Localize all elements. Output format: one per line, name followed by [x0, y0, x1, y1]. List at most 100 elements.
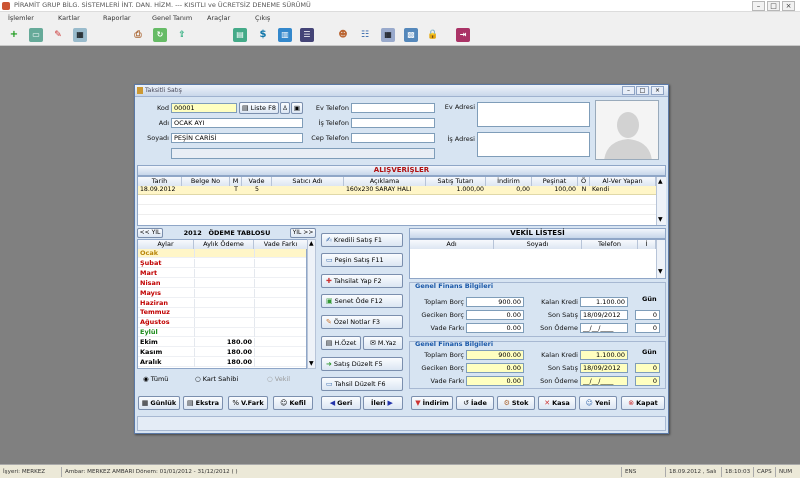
tahsilat-yap-button[interactable]: ✚ Tahsilat Yap F2 [321, 274, 403, 288]
book-icon[interactable]: ▥ [278, 28, 292, 42]
m-yaz-button[interactable]: ✉ M.Yaz [363, 336, 403, 350]
tahsil-duzelt-button[interactable]: ▭ Tahsil Düzelt F6 [321, 377, 403, 391]
refresh-icon[interactable]: ↻ [153, 28, 167, 42]
filter-radio-vekil[interactable]: ○ Vekil [267, 375, 290, 383]
vekil-scrollbar[interactable]: ▼ [656, 240, 665, 278]
calculator2-icon[interactable]: ▩ [404, 28, 418, 42]
is-adresi-input[interactable] [477, 132, 590, 157]
menu-cikis[interactable]: Çıkış [255, 14, 270, 22]
ekstra-button[interactable]: ▤ Ekstra [183, 396, 223, 410]
table-icon[interactable]: ▦ [381, 28, 395, 42]
scroll-down-icon[interactable]: ▼ [658, 216, 663, 223]
minimize-button[interactable]: – [752, 1, 765, 11]
gun-value-2[interactable]: 0 [635, 376, 660, 386]
month-row[interactable]: Ağustos [138, 318, 306, 328]
v-fark-button[interactable]: % V.Fark [228, 396, 268, 410]
tag-icon[interactable]: ✎ [51, 28, 65, 42]
geciken-borc-value[interactable]: 0.00 [466, 310, 524, 320]
month-row[interactable]: Ocak [138, 249, 306, 259]
card-button[interactable]: ▣ [291, 102, 303, 114]
gun-value-2[interactable]: 0 [635, 323, 660, 333]
tree-icon[interactable]: ☷ [358, 28, 372, 42]
window-minimize-button[interactable]: – [622, 86, 635, 95]
stok-button[interactable]: ⚙ Stok [497, 396, 535, 410]
filter-radio-kart-sahibi[interactable]: ○ Kart Sahibi [195, 375, 238, 383]
next-year-button[interactable]: YIL >> [290, 228, 316, 238]
gunluk-button[interactable]: ▦ Günlük [138, 396, 180, 410]
son-odeme-value[interactable]: __/__/____ [580, 323, 628, 333]
table-row[interactable] [138, 196, 656, 205]
scroll-up-icon[interactable]: ▲ [658, 178, 663, 185]
kod-input[interactable]: 00001 [171, 103, 237, 113]
month-row[interactable]: Mart [138, 268, 306, 279]
window-maximize-button[interactable]: □ [636, 86, 649, 95]
month-row[interactable]: Temmuz [138, 308, 306, 318]
menu-genel-tanim[interactable]: Genel Tanım [152, 14, 192, 22]
is-telefon-input[interactable] [351, 118, 435, 128]
list-icon[interactable]: ☰ [300, 28, 314, 42]
kalan-kredi-value[interactable]: 1.100.00 [580, 350, 628, 360]
close-button[interactable]: × [782, 1, 795, 11]
purchases-scrollbar[interactable]: ▲ ▼ [656, 177, 666, 225]
kapat-button[interactable]: ⊗ Kapat [621, 396, 665, 410]
ev-telefon-input[interactable] [351, 103, 435, 113]
report-icon[interactable]: ▤ [233, 28, 247, 42]
yeni-button[interactable]: ☺ Yeni [579, 396, 617, 410]
gun-value-1[interactable]: 0 [635, 310, 660, 320]
menu-kartlar[interactable]: Kartlar [58, 14, 80, 22]
card-icon[interactable]: ▭ [29, 28, 43, 42]
users-icon[interactable]: ☻ [336, 28, 350, 42]
month-row[interactable]: Şubat [138, 258, 306, 269]
maximize-button[interactable]: □ [767, 1, 780, 11]
upload-icon[interactable]: ⇪ [175, 28, 189, 42]
month-row[interactable]: Mayıs [138, 288, 306, 298]
month-row[interactable]: Ekim 180.00 [138, 338, 306, 348]
table-row[interactable] [138, 206, 656, 215]
month-row[interactable]: Haziran [138, 298, 306, 308]
son-satis-value[interactable]: 18/09/2012 [580, 363, 628, 373]
payment-scrollbar[interactable]: ▲ ▼ [307, 239, 316, 369]
geri-button[interactable]: ◀ Geri [321, 396, 361, 410]
adi-input[interactable]: OCAK AYI [171, 118, 303, 128]
filter-radio-tumu[interactable]: ◉ Tümü [143, 375, 168, 383]
menu-islemler[interactable]: İşlemler [8, 14, 34, 22]
vade-farki-value[interactable]: 0.00 [466, 323, 524, 333]
month-row[interactable]: Nisan [138, 278, 306, 288]
vade-farki-value[interactable]: 0.00 [466, 376, 524, 386]
table-row[interactable]: 18.09.2012 T 5 160x230 SARAY HALI 1.000,… [138, 186, 656, 195]
kasa-button[interactable]: ✕ Kasa [538, 396, 576, 410]
prev-year-button[interactable]: << YIL [137, 228, 163, 238]
iade-button[interactable]: ↺ İade [456, 396, 494, 410]
exit-icon[interactable]: ⇥ [456, 28, 470, 42]
son-odeme-value[interactable]: __/__/____ [580, 376, 628, 386]
calculator-icon[interactable]: ▦ [73, 28, 87, 42]
money-icon[interactable]: $ [256, 28, 270, 42]
add-icon[interactable]: + [7, 28, 21, 42]
scroll-down-icon[interactable]: ▼ [658, 268, 663, 275]
kalan-kredi-value[interactable]: 1.100.00 [580, 297, 628, 307]
lock-icon[interactable]: 🔒 [426, 28, 440, 42]
month-row[interactable]: Aralık 180.00 [138, 357, 306, 368]
print-icon[interactable]: ⎙ [131, 28, 145, 42]
satis-duzelt-button[interactable]: ➜ Satış Düzelt F5 [321, 357, 403, 371]
cep-telefon-input[interactable] [351, 133, 435, 143]
person-button[interactable]: ♙ [280, 102, 290, 114]
month-row[interactable]: Kasım 180.00 [138, 348, 306, 358]
kefil-button[interactable]: ☺ Kefil [273, 396, 313, 410]
month-row[interactable]: Eylül [138, 328, 306, 338]
menu-araclar[interactable]: Araçlar [207, 14, 230, 22]
indirim-button[interactable]: ▼ İndirim [411, 396, 453, 410]
ozel-notlar-button[interactable]: ✎ Özel Notlar F3 [321, 315, 403, 329]
customer-photo[interactable] [595, 100, 659, 160]
senet-ode-button[interactable]: ▣ Senet Öde F12 [321, 294, 403, 308]
gun-value-1[interactable]: 0 [635, 363, 660, 373]
liste-button[interactable]: ▤ Liste F8 [239, 102, 279, 114]
toplam-borc-value[interactable]: 900.00 [466, 297, 524, 307]
kredili-satis-button[interactable]: ✍ Kredili Satış F1 [321, 233, 403, 247]
ev-adresi-input[interactable] [477, 102, 590, 127]
ileri-button[interactable]: İleri ▶ [363, 396, 403, 410]
scroll-up-icon[interactable]: ▲ [309, 240, 314, 247]
toplam-borc-value[interactable]: 900.00 [466, 350, 524, 360]
h-ozet-button[interactable]: ▤ H.Özet [321, 336, 361, 350]
son-satis-value[interactable]: 18/09/2012 [580, 310, 628, 320]
